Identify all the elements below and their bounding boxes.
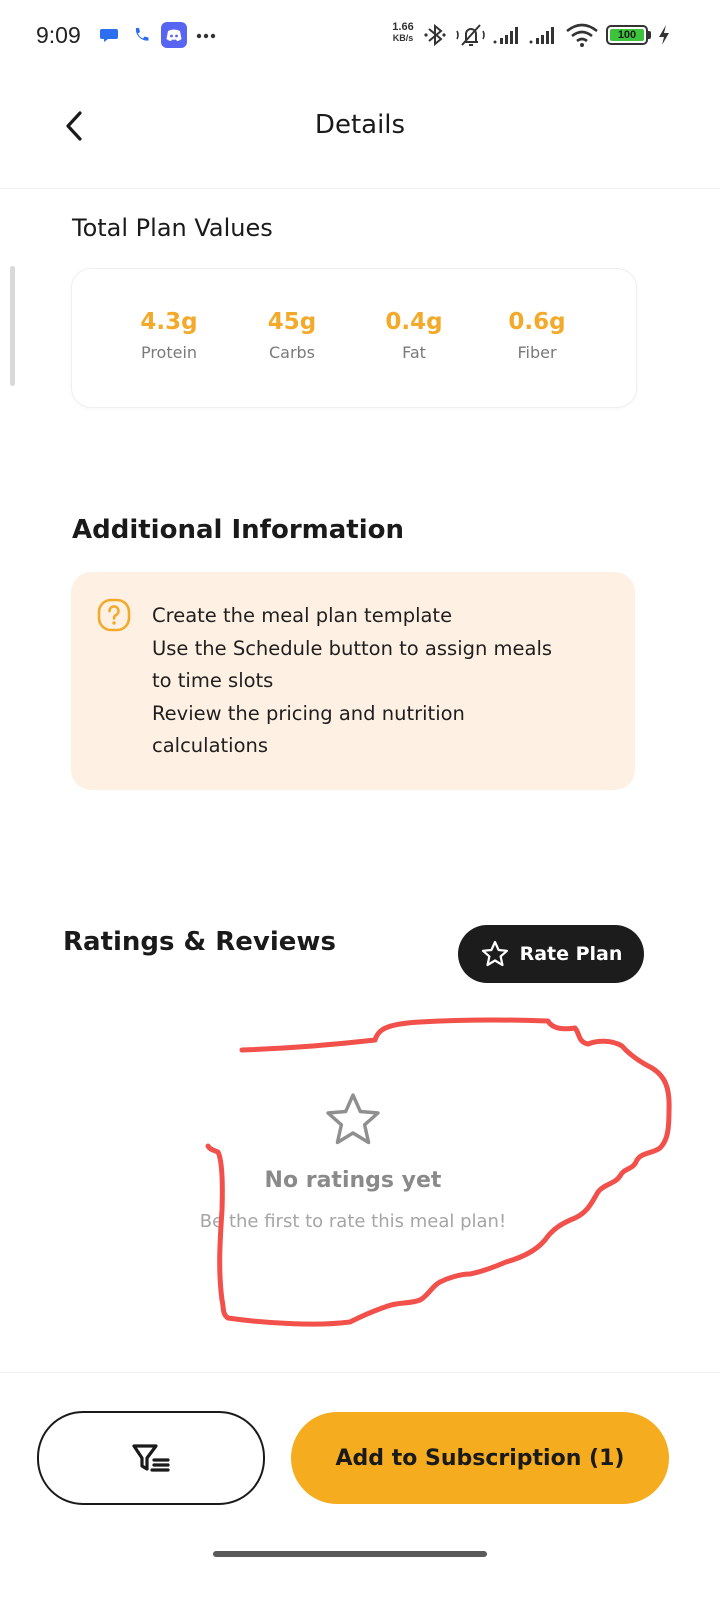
info-card: Create the meal plan template Use the Sc… [71,572,635,790]
rate-plan-button[interactable]: Rate Plan [458,925,644,983]
charging-bolt-icon [659,25,669,45]
empty-title: No ratings yet [264,1168,442,1193]
battery-icon: 100 [606,25,648,45]
phone-icon [135,28,149,41]
info-line: calculations [152,734,269,757]
scroll-indicator[interactable] [10,266,15,386]
nutrient-value: 0.6g [508,309,566,335]
signal-icon [493,27,518,44]
nutrient-value: 4.3g [140,309,198,335]
battery-tip [648,31,651,39]
nutrient-label: Fat [402,343,426,362]
status-time: 9:09 [36,22,81,48]
nutrient-value: 0.4g [385,309,443,335]
add-to-subscription-button[interactable]: Add to Subscription (1) [291,1412,669,1504]
additional-info-title: Additional Information [72,515,405,545]
filter-button[interactable] [37,1411,265,1505]
wifi-icon [566,23,598,47]
filter-list-icon [132,1444,170,1472]
home-indicator[interactable] [213,1551,487,1557]
nutrient-label: Protein [140,343,198,362]
ratings-title: Ratings & Reviews [63,927,336,957]
header: Details [0,84,720,189]
discord-icon [161,22,187,48]
info-line: Review the pricing and nutrition [152,701,465,725]
bottom-divider [0,1372,720,1373]
status-bar: 9:09 1.66 KB/s 100 [0,0,720,72]
info-line: to time slots [152,669,274,692]
bluetooth-icon [424,23,446,47]
star-outline-icon [481,940,508,967]
battery-level: 100 [617,29,637,41]
nutrient-value: 45g [267,309,317,335]
nutrient-label: Fiber [517,343,557,362]
nutrient-fat: 0.4g Fat [354,309,474,362]
empty-subtitle: Be the first to rate this meal plan! [199,1211,507,1232]
star-outline-icon [326,1093,380,1145]
nutrient-fiber: 0.6g Fiber [477,309,597,362]
mute-icon [456,24,485,46]
nutrient-label: Carbs [268,343,316,362]
info-line: Create the meal plan template [152,604,453,627]
nutrient-protein: 4.3g Protein [109,309,229,362]
chat-bubble-icon [100,29,118,42]
plan-values-title: Total Plan Values [72,214,273,242]
net-speed-value: 1.66 [392,21,414,33]
net-speed-unit: KB/s [392,33,414,43]
nutrient-carbs: 45g Carbs [232,309,352,362]
nutrition-card: 4.3g Protein 45g Carbs 0.4g Fat 0.6g Fib… [71,268,637,408]
signal-icon [529,27,554,44]
question-circle-icon [97,598,131,632]
add-to-subscription-label: Add to Subscription (1) [335,1445,625,1471]
info-line: Use the Schedule button to assign meals [152,636,553,660]
net-speed: 1.66 KB/s [386,22,420,44]
info-text: Create the meal plan template Use the Sc… [152,600,612,763]
page-title: Details [314,110,406,140]
rate-plan-label: Rate Plan [519,943,623,965]
more-dots-icon [196,33,216,39]
